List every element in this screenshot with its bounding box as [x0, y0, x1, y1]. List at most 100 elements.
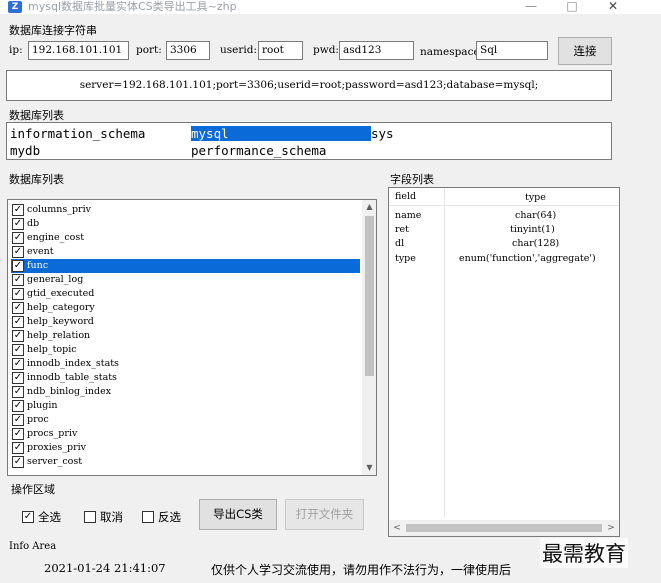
close-button[interactable]: ✕	[595, 0, 631, 14]
table-row[interactable]: ✓ help_relation	[11, 329, 360, 343]
table-row[interactable]: ✓ db	[11, 217, 360, 231]
field-group-label: 字段列表	[390, 173, 434, 186]
scroll-right-arrow-icon[interactable]: >	[603, 520, 619, 536]
table-checkbox[interactable]: ✓	[12, 428, 24, 440]
table-name: general_log	[27, 274, 84, 285]
table-checkbox[interactable]: ✓	[12, 414, 24, 426]
table-checkbox[interactable]: ✓	[12, 316, 24, 328]
ip-input[interactable]: 192.168.101.101	[28, 41, 129, 60]
port-input[interactable]: 3306	[166, 41, 210, 60]
table-row[interactable]: ✓ server_cost	[11, 455, 360, 469]
table-row[interactable]: ✓ innodb_table_stats	[11, 371, 360, 385]
table-checkbox[interactable]: ✓	[12, 260, 24, 272]
hscrollbar-thumb[interactable]	[406, 524, 602, 532]
table-checkbox[interactable]: ✓	[12, 372, 24, 384]
table-name: columns_priv	[27, 204, 91, 215]
database-item-sys[interactable]: sys	[371, 126, 394, 141]
namespace-input[interactable]: Sql	[476, 41, 548, 60]
table-checkbox[interactable]: ✓	[12, 204, 24, 216]
table-checkbox[interactable]: ✓	[12, 442, 24, 454]
field-column-header[interactable]: field	[395, 190, 416, 204]
pwd-label: pwd:	[313, 44, 339, 56]
table-row[interactable]: ✓ procs_priv	[11, 427, 360, 441]
table-row[interactable]: ✓ help_category	[11, 301, 360, 315]
table-row[interactable]: ✓ help_topic	[11, 343, 360, 357]
database-list[interactable]: information_schema mysql sys mydb perfor…	[6, 122, 612, 160]
table-row[interactable]: ✓ help_keyword	[11, 315, 360, 329]
database-item-mydb[interactable]: mydb	[10, 143, 40, 158]
table-row-selected[interactable]: ✓ func	[11, 259, 360, 273]
table-checkbox[interactable]: ✓	[12, 456, 24, 468]
export-cs-button[interactable]: 导出CS类	[199, 499, 277, 530]
userid-input[interactable]: root	[258, 41, 303, 60]
type-cell: char(128)	[512, 238, 560, 249]
table-row[interactable]: ✓ ndb_binlog_index	[11, 385, 360, 399]
field-list-hscrollbar[interactable]: < >	[389, 520, 619, 536]
field-list[interactable]: field type name char(64) ret tinyint(1) …	[388, 187, 620, 537]
table-list-scrollbar[interactable]: ▲ ▼	[362, 200, 376, 475]
scroll-left-arrow-icon[interactable]: <	[389, 520, 405, 536]
table-checkbox[interactable]: ✓	[12, 288, 24, 300]
table-row[interactable]: ✓ proc	[11, 413, 360, 427]
invert-label[interactable]: 反选	[158, 510, 181, 524]
table-group-label: 数据库列表	[9, 173, 64, 186]
select-all-label[interactable]: 全选	[38, 510, 61, 524]
table-list[interactable]: ✓ columns_priv ✓ db ✓ engine_cost ✓ event ✓ f…	[7, 199, 377, 476]
table-name: help_topic	[27, 344, 77, 355]
scroll-down-arrow-icon[interactable]: ▼	[362, 461, 376, 475]
table-checkbox[interactable]: ✓	[12, 274, 24, 286]
scrollbar-thumb[interactable]	[365, 216, 374, 376]
table-row[interactable]: ✓ plugin	[11, 399, 360, 413]
table-row[interactable]: ✓ engine_cost	[11, 231, 360, 245]
invert-checkbox[interactable]	[142, 511, 154, 523]
table-checkbox[interactable]: ✓	[12, 358, 24, 370]
field-cell: ret	[395, 224, 409, 235]
table-checkbox[interactable]: ✓	[12, 330, 24, 342]
table-name: help_keyword	[27, 316, 94, 327]
database-item-mysql[interactable]: mysql	[191, 126, 371, 141]
maximize-button[interactable]: □	[554, 0, 590, 14]
table-row[interactable]: ✓ event	[11, 245, 360, 259]
app-logo-icon: Z	[8, 1, 22, 13]
table-name: innodb_index_stats	[27, 358, 119, 369]
table-checkbox[interactable]: ✓	[12, 218, 24, 230]
table-checkbox[interactable]: ✓	[12, 302, 24, 314]
minimize-button[interactable]: —	[513, 0, 549, 14]
table-row[interactable]: ✓ columns_priv	[11, 203, 360, 217]
database-item-performance-schema[interactable]: performance_schema	[191, 143, 326, 158]
table-name: db	[27, 218, 40, 229]
open-folder-button[interactable]: 打开文件夹	[285, 499, 364, 530]
userid-label: userid:	[220, 44, 258, 56]
table-row[interactable]: ✓ general_log	[11, 273, 360, 287]
connect-button[interactable]: 连接	[558, 37, 612, 65]
table-checkbox[interactable]: ✓	[12, 232, 24, 244]
window-title: mysql数据库批量实体CS类导出工具~zhp	[28, 0, 237, 13]
table-row[interactable]: ✓ proxies_priv	[11, 441, 360, 455]
database-item-information-schema[interactable]: information_schema	[10, 126, 145, 141]
database-group-label: 数据库列表	[9, 109, 64, 122]
table-name: engine_cost	[27, 232, 85, 243]
type-cell: tinyint(1)	[510, 224, 555, 235]
column-divider	[444, 188, 445, 518]
info-group-label: Info Area	[9, 541, 57, 552]
table-row[interactable]: ✓ innodb_index_stats	[11, 357, 360, 371]
type-column-header[interactable]: type	[525, 191, 546, 205]
table-checkbox[interactable]: ✓	[12, 386, 24, 398]
ip-label: ip:	[9, 44, 23, 56]
deselect-label[interactable]: 取消	[100, 510, 123, 524]
connection-string-field[interactable]: server=192.168.101.101;port=3306;userid=…	[6, 70, 612, 101]
table-row[interactable]: ✓ gtid_executed	[11, 287, 360, 301]
deselect-checkbox[interactable]	[84, 511, 96, 523]
info-timestamp: 2021-01-24 21:41:07	[44, 561, 166, 575]
table-name: event	[27, 246, 54, 257]
table-name: innodb_table_stats	[27, 372, 117, 383]
scroll-up-arrow-icon[interactable]: ▲	[362, 200, 376, 214]
table-name: ndb_binlog_index	[27, 386, 112, 397]
table-checkbox[interactable]: ✓	[12, 246, 24, 258]
field-cell: type	[395, 253, 416, 264]
table-checkbox[interactable]: ✓	[12, 400, 24, 412]
pwd-input[interactable]: asd123	[339, 41, 414, 60]
select-all-checkbox[interactable]: ✓	[22, 511, 34, 523]
table-checkbox[interactable]: ✓	[12, 344, 24, 356]
namespace-label: namespace:	[420, 46, 484, 58]
